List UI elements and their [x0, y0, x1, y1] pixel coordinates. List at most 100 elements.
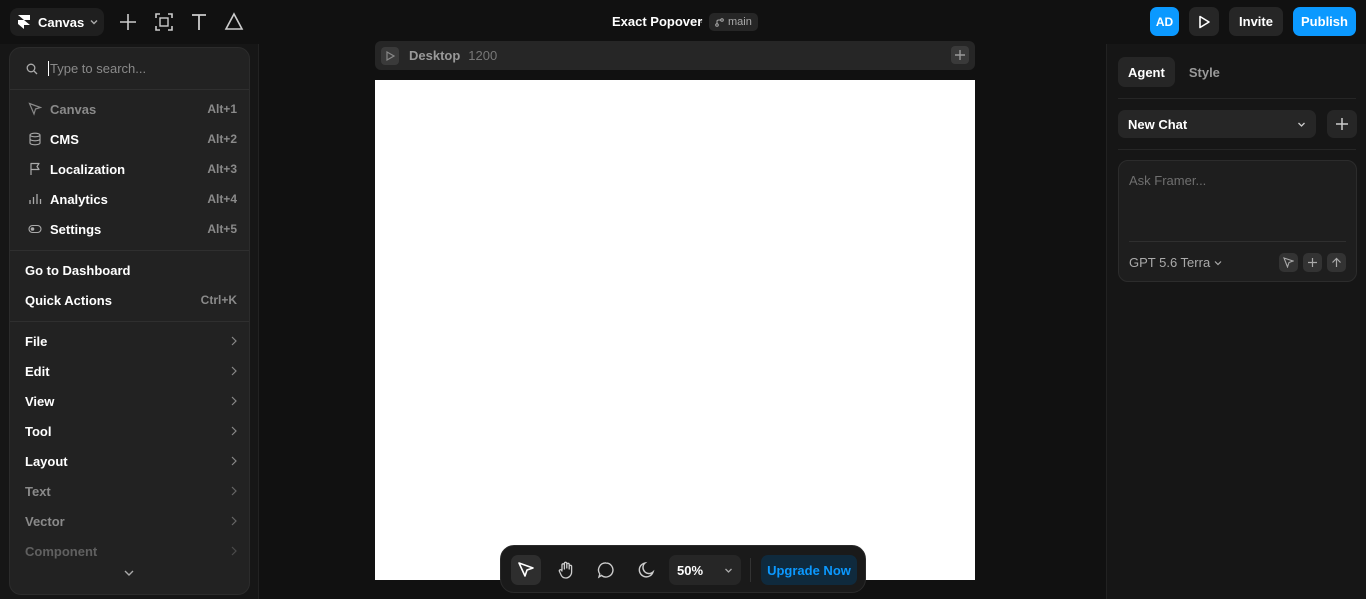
- menu-item-vector[interactable]: Vector: [10, 506, 249, 536]
- avatar[interactable]: AD: [1150, 7, 1179, 36]
- shortcut: Ctrl+K: [200, 293, 237, 307]
- divider: [1118, 98, 1356, 99]
- bar-chart-icon: [29, 194, 42, 204]
- branch-icon: [715, 17, 724, 27]
- chevron-down-icon: [1214, 260, 1222, 265]
- menu-item-label: View: [25, 393, 55, 409]
- shortcut: Alt+5: [207, 222, 237, 236]
- title-separator: ·: [699, 14, 704, 29]
- menu-item-label: Go to Dashboard: [25, 262, 131, 278]
- menu-divider: [10, 321, 249, 322]
- database-icon: [29, 132, 41, 146]
- toolbar-divider: [750, 558, 751, 582]
- moon-icon: [638, 561, 655, 578]
- menu-item-layout[interactable]: Layout: [10, 446, 249, 476]
- scroll-down-icon[interactable]: [122, 568, 136, 578]
- chevron-down-icon: [1298, 122, 1305, 127]
- chat-select[interactable]: New Chat: [1118, 110, 1316, 138]
- ask-placeholder: Ask Framer...: [1129, 173, 1207, 188]
- menu-item-tool[interactable]: Tool: [10, 416, 249, 446]
- upgrade-button[interactable]: Upgrade Now: [761, 555, 857, 585]
- chevron-right-icon: [231, 336, 237, 346]
- play-icon: [1199, 15, 1210, 28]
- search-icon: [26, 63, 38, 74]
- menu-item-go-to-dashboard[interactable]: Go to Dashboard: [10, 255, 249, 285]
- menu-item-edit[interactable]: Edit: [10, 356, 249, 386]
- hand-icon: [558, 561, 573, 579]
- chat-select-value: New Chat: [1128, 116, 1188, 132]
- text-caret: [48, 61, 49, 76]
- publish-button[interactable]: Publish: [1293, 7, 1356, 36]
- divider: [1118, 149, 1356, 150]
- theme-toggle-button[interactable]: [631, 555, 661, 585]
- shortcut: Alt+1: [207, 102, 237, 116]
- menu-item-component[interactable]: Component: [10, 536, 249, 566]
- menu-item-quick-actions[interactable]: Quick Actions Ctrl+K: [10, 285, 249, 315]
- tab-style[interactable]: Style: [1179, 57, 1230, 87]
- zoom-value: 50%: [677, 562, 704, 578]
- desktop-frame[interactable]: [375, 80, 975, 580]
- invite-button[interactable]: Invite: [1229, 7, 1283, 36]
- model-select[interactable]: GPT 5.6 Terra: [1129, 255, 1222, 270]
- frame-icon[interactable]: [154, 12, 174, 32]
- agent-panel: Agent Style New Chat Ask Framer... GPT 5…: [1106, 44, 1366, 599]
- plus-icon: [955, 50, 965, 60]
- document-title[interactable]: Exact Popover: [612, 14, 702, 29]
- branch-badge[interactable]: main: [709, 13, 758, 31]
- frame-preview-button[interactable]: [381, 46, 399, 65]
- zoom-select[interactable]: 50%: [669, 555, 741, 585]
- new-chat-button[interactable]: [1327, 110, 1357, 138]
- text-tool-icon[interactable]: [189, 12, 209, 32]
- tab-agent[interactable]: Agent: [1118, 57, 1175, 87]
- frame-width: 1200: [468, 48, 498, 63]
- menu-item-settings[interactable]: Settings Alt+5: [10, 214, 249, 244]
- top-bar: Canvas Exact Popover · main AD Invite Pu…: [0, 0, 1366, 44]
- select-tool-button[interactable]: [511, 555, 541, 585]
- add-breakpoint-button[interactable]: [951, 46, 969, 64]
- chevron-right-icon: [231, 366, 237, 376]
- toggle-icon: [28, 224, 42, 234]
- menu-item-label: Quick Actions: [25, 292, 112, 308]
- arrow-up-icon: [1332, 257, 1341, 267]
- shortcut: Alt+3: [207, 162, 237, 176]
- cursor-icon: [28, 102, 42, 116]
- play-icon: [386, 50, 395, 61]
- app-menu-button[interactable]: Canvas: [10, 8, 104, 36]
- menu-item-label: Settings: [50, 221, 102, 237]
- menu-item-label: Text: [25, 483, 51, 499]
- frame-header[interactable]: Desktop 1200: [375, 41, 975, 70]
- menu-item-label: Layout: [25, 453, 68, 469]
- menu-search[interactable]: Type to search...: [10, 48, 249, 90]
- branch-label: main: [728, 16, 752, 28]
- menu-item-label: File: [25, 333, 48, 349]
- chevron-right-icon: [231, 516, 237, 526]
- search-input[interactable]: Type to search...: [50, 61, 146, 76]
- menu-item-file[interactable]: File: [10, 326, 249, 356]
- menu-item-analytics[interactable]: Analytics Alt+4: [10, 184, 249, 214]
- vector-triangle-icon[interactable]: [224, 12, 244, 32]
- chevron-right-icon: [231, 486, 237, 496]
- menu-item-label: Tool: [25, 423, 52, 439]
- plus-icon[interactable]: [118, 12, 138, 32]
- menu-item-cms[interactable]: CMS Alt+2: [10, 124, 249, 154]
- menu-item-label: Analytics: [50, 191, 108, 207]
- chevron-right-icon: [231, 426, 237, 436]
- bottom-toolbar: 50% Upgrade Now: [500, 545, 866, 593]
- send-button[interactable]: [1327, 253, 1346, 272]
- app-menu-label: Canvas: [38, 14, 85, 30]
- panel-tabs: Agent Style: [1118, 57, 1230, 87]
- menu-item-label: Canvas: [50, 101, 97, 117]
- attach-button[interactable]: [1303, 253, 1322, 272]
- plus-icon: [1336, 118, 1348, 130]
- cursor-icon: [518, 562, 534, 577]
- menu-item-text[interactable]: Text: [10, 476, 249, 506]
- menu-item-canvas[interactable]: Canvas Alt+1: [10, 94, 249, 124]
- preview-button[interactable]: [1189, 7, 1219, 36]
- hand-tool-button[interactable]: [551, 555, 581, 585]
- menu-item-localization[interactable]: Localization Alt+3: [10, 154, 249, 184]
- menu-item-label: Component: [25, 543, 98, 559]
- comment-tool-button[interactable]: [591, 555, 621, 585]
- ask-input[interactable]: Ask Framer... GPT 5.6 Terra: [1118, 160, 1357, 282]
- select-element-button[interactable]: [1279, 253, 1298, 272]
- menu-item-view[interactable]: View: [10, 386, 249, 416]
